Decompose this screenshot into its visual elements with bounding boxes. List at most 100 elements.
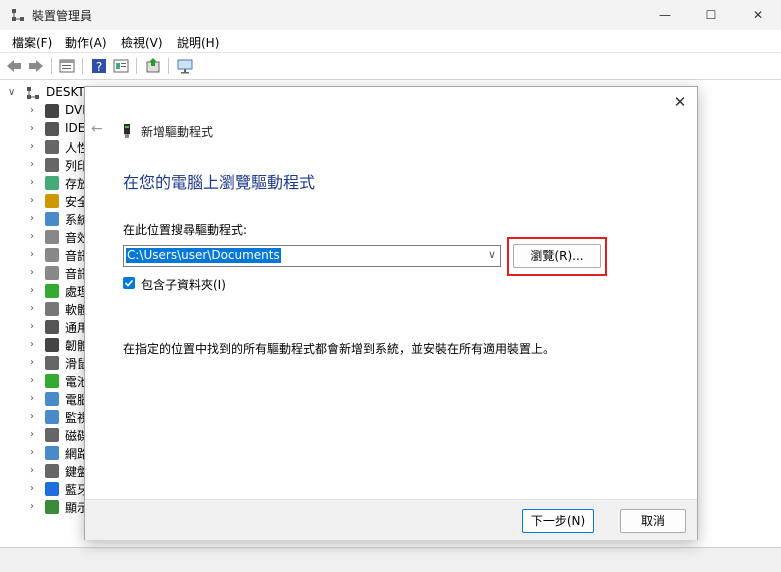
toolbar-divider (82, 58, 83, 74)
tree-item[interactable]: › 通用 (0, 318, 90, 336)
next-button[interactable]: 下一步(N) (522, 509, 594, 533)
tree-root[interactable]: ∨ DESKT (0, 84, 90, 102)
tree-item[interactable]: › 顯示 (0, 498, 90, 516)
tree-item[interactable]: › DVI (0, 102, 90, 120)
include-subfolders-label[interactable]: 包含子資料夾(I) (141, 276, 226, 293)
tree-item[interactable]: › 磁碟 (0, 426, 90, 444)
chevron-right-icon[interactable]: › (30, 483, 34, 494)
properties-icon[interactable] (58, 57, 76, 75)
chevron-right-icon[interactable]: › (30, 159, 34, 170)
chevron-right-icon[interactable]: › (30, 249, 34, 260)
chevron-down-icon[interactable]: ∨ (488, 248, 496, 261)
tree-item[interactable]: › 人性 (0, 138, 90, 156)
monitor-icon (45, 410, 59, 424)
tree-item[interactable]: › 韌體 (0, 336, 90, 354)
status-bar (0, 547, 781, 572)
dvd-drive-icon (45, 104, 59, 118)
chevron-right-icon[interactable]: › (30, 339, 34, 350)
view-icon[interactable] (112, 57, 130, 75)
software-device-icon (45, 302, 59, 316)
chevron-right-icon[interactable]: › (30, 105, 34, 116)
chevron-right-icon[interactable]: › (30, 447, 34, 458)
chevron-right-icon[interactable]: › (30, 321, 34, 332)
tree-root-label: DESKT (46, 85, 85, 99)
maximize-button[interactable]: ☐ (688, 0, 734, 30)
tree-item[interactable]: › 處理 (0, 282, 90, 300)
chevron-right-icon[interactable]: › (30, 411, 34, 422)
chevron-right-icon[interactable]: › (30, 357, 34, 368)
minimize-button[interactable]: — (642, 0, 688, 30)
chevron-right-icon[interactable]: › (30, 177, 34, 188)
tree-item[interactable]: › 電池 (0, 372, 90, 390)
print-queue-icon (45, 158, 59, 172)
chevron-right-icon[interactable]: › (30, 393, 34, 404)
checkmark-icon (124, 279, 134, 287)
include-subfolders-checkbox[interactable] (123, 277, 135, 289)
tree-item[interactable]: › 監視 (0, 408, 90, 426)
storage-controller-icon (45, 176, 59, 190)
dialog-close-icon[interactable]: ✕ (671, 93, 689, 111)
tree-item-label: DVI (65, 103, 86, 117)
close-button[interactable]: ✕ (735, 0, 781, 30)
maximize-icon: ☐ (705, 8, 717, 22)
tree-item[interactable]: › 藍牙 (0, 480, 90, 498)
menu-action[interactable]: 動作(A) (65, 34, 107, 51)
security-device-icon (45, 194, 59, 208)
tree-item[interactable]: › 鍵盤 (0, 462, 90, 480)
chevron-right-icon[interactable]: › (30, 141, 34, 152)
display-adapter-icon (45, 500, 59, 514)
computer-icon (45, 392, 59, 406)
forward-arrow-icon[interactable] (27, 57, 45, 75)
minimize-icon: — (659, 8, 671, 22)
chevron-down-icon[interactable]: ∨ (8, 87, 15, 98)
tree-item[interactable]: › 電腦 (0, 390, 90, 408)
chevron-right-icon[interactable]: › (30, 375, 34, 386)
chevron-right-icon[interactable]: › (30, 465, 34, 476)
menu-view[interactable]: 檢視(V) (121, 34, 163, 51)
chevron-right-icon[interactable]: › (30, 123, 34, 134)
tree-item[interactable]: › 音訊 (0, 246, 90, 264)
back-arrow-icon[interactable] (5, 57, 23, 75)
chevron-right-icon[interactable]: › (30, 285, 34, 296)
driver-path-value: C:\Users\user\Documents (126, 248, 281, 263)
battery-icon (45, 374, 59, 388)
tree-item[interactable]: › 軟體 (0, 300, 90, 318)
audio-icon (45, 230, 59, 244)
tree-item[interactable]: › 音效 (0, 228, 90, 246)
cancel-button[interactable]: 取消 (620, 509, 686, 533)
keyboard-icon (45, 464, 59, 478)
driver-path-input[interactable]: C:\Users\user\Documents ∨ (123, 245, 501, 267)
device-manager-icon (12, 9, 24, 21)
chevron-right-icon[interactable]: › (30, 303, 34, 314)
menu-help[interactable]: 說明(H) (177, 34, 219, 51)
tree-item[interactable]: › 列印 (0, 156, 90, 174)
tree-item[interactable]: › 存放 (0, 174, 90, 192)
browse-button[interactable]: 瀏覽(R)... (513, 244, 601, 268)
hid-icon (45, 140, 59, 154)
chevron-right-icon[interactable]: › (30, 501, 34, 512)
chevron-right-icon[interactable]: › (30, 429, 34, 440)
help-icon[interactable]: ? (90, 57, 108, 75)
tree-item[interactable]: › 安全 (0, 192, 90, 210)
window-title: 裝置管理員 (32, 9, 93, 23)
tree-item[interactable]: › 滑鼠 (0, 354, 90, 372)
update-driver-icon[interactable] (144, 57, 162, 75)
chevron-right-icon[interactable]: › (30, 267, 34, 278)
toolbar: ? (0, 53, 781, 80)
tree-item[interactable]: › 系統 (0, 210, 90, 228)
back-arrow-icon[interactable]: ← (91, 121, 103, 137)
tree-item[interactable]: › IDE (0, 120, 90, 138)
menu-file[interactable]: 檔案(F) (12, 34, 52, 51)
dialog-heading: 在您的電腦上瀏覽驅動程式 (123, 173, 316, 192)
device-chip-icon (124, 124, 130, 138)
chevron-right-icon[interactable]: › (30, 231, 34, 242)
close-icon: ✕ (752, 8, 764, 22)
tree-item[interactable]: › 網路 (0, 444, 90, 462)
tree-item-label: IDE (65, 121, 86, 135)
chevron-right-icon[interactable]: › (30, 213, 34, 224)
chevron-right-icon[interactable]: › (30, 195, 34, 206)
computer-icon (27, 87, 39, 99)
scan-hardware-icon[interactable] (176, 57, 194, 75)
tree-item[interactable]: › 音訊 (0, 264, 90, 282)
disk-drive-icon (45, 428, 59, 442)
